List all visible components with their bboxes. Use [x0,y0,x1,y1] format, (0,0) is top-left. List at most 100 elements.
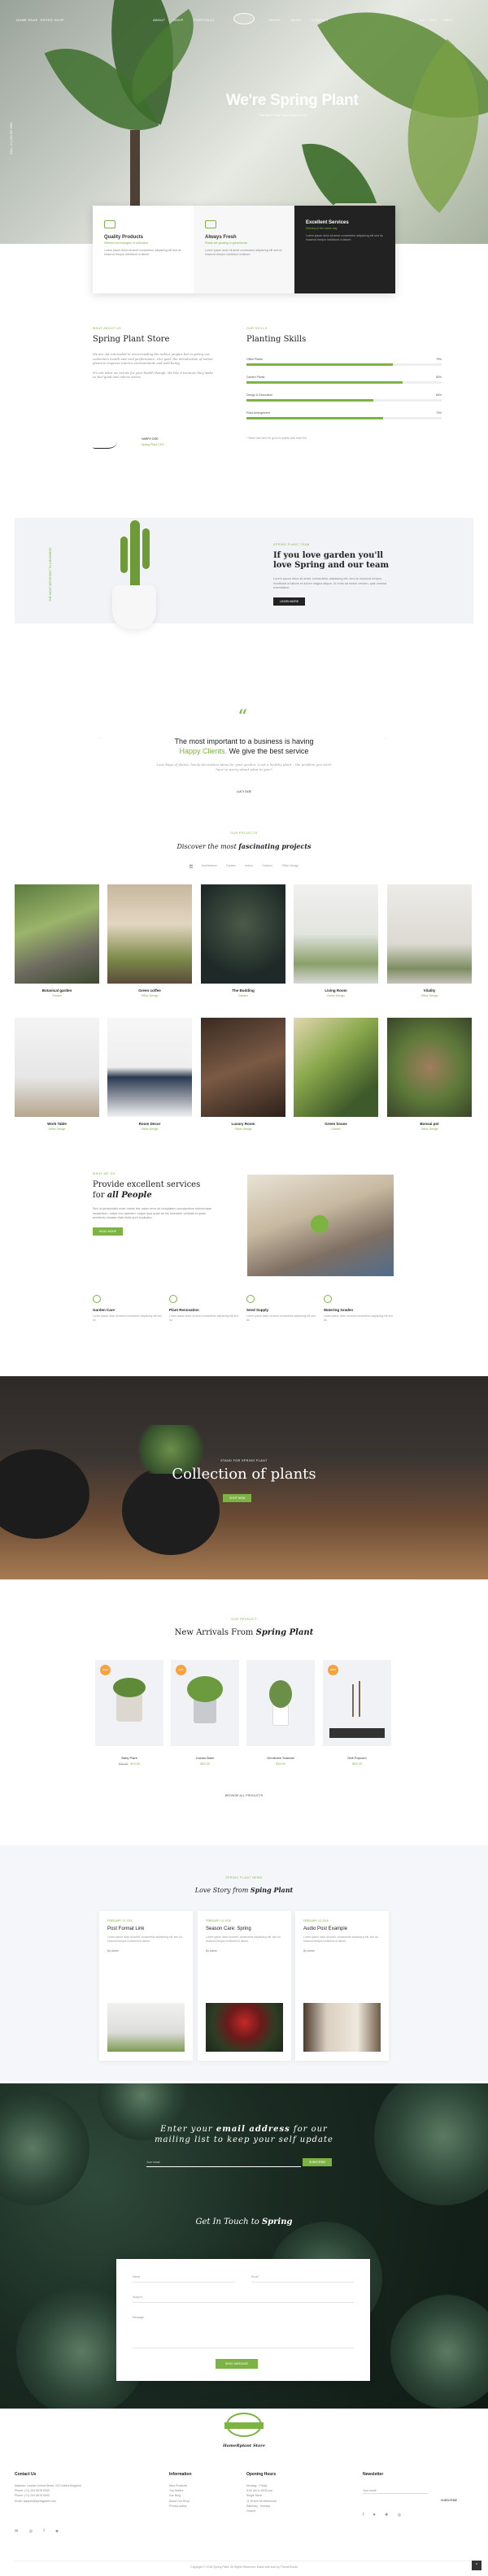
nav-pages[interactable]: PAGES [268,18,281,22]
subject-field[interactable]: Subject [133,2296,354,2303]
post-title[interactable]: Audio Post Example [303,1927,381,1931]
product-card[interactable]: NEW Drift Popcorn $25.00 [323,1660,391,1766]
project-item[interactable]: Bonsai pot Office Design [387,1018,472,1131]
play-icon[interactable] [311,1215,329,1233]
message-field[interactable]: Message [133,2316,354,2348]
nav-lang[interactable]: EN [420,18,425,22]
project-item[interactable]: Work Table Office Design [15,1018,99,1131]
project-item[interactable]: Green house Garden [294,1018,378,1131]
newsletter-email-input[interactable]: Your email [146,2158,301,2167]
skill-bar: Office Plants 75% [246,358,442,366]
blog-post-card[interactable]: FEBRUARY 13, 2018 Post Format Link Lorem… [99,1911,193,2061]
shop-now-button[interactable]: SHOP NOW [223,1494,252,1502]
product-card[interactable]: SALE Baby Plant $24.00 $19.00 [95,1660,163,1766]
about-para: It's not what we can do for your health … [93,370,214,380]
nav-currency[interactable]: USD [429,18,437,22]
nav-portfolio[interactable]: PORTFOLIO [194,18,215,22]
hero-side-info: CALL: (+1) 234 567 8900 [10,122,13,154]
project-item[interactable]: Vitality Office Design [387,884,472,997]
tab-all[interactable]: All [189,864,193,868]
footer-information: Information New Products Top Sellers Our… [169,2472,242,2509]
nav-home[interactable]: HOME PAGE [16,18,38,22]
product-card[interactable]: Dendrobe Scandal $18.00 [246,1660,315,1766]
read-more-button[interactable]: READ MORE [93,1227,124,1236]
skill-pct: 75% [435,358,442,361]
skill-fill [246,381,403,384]
services-video[interactable] [247,1175,394,1276]
feature-text: Lorem ipsum dolor sit amet consectetur a… [104,249,181,256]
learn-more-button[interactable]: LEARN MORE [273,597,306,606]
back-to-top-icon[interactable]: ^ [472,2561,481,2570]
project-item[interactable]: Living Room Home Design [294,884,378,997]
team-promo [15,518,473,623]
skill-bar: Plant Arrangement 70% [246,411,442,419]
footer-logo[interactable] [224,2413,264,2437]
blog-title: Love Story from Sping Plant [194,1886,294,1894]
post-title[interactable]: Season Care: Spring [206,1927,283,1931]
skills-header: OUR SKILLS Planting Skills [246,327,306,344]
nav-shop[interactable]: ENTER SHOP [41,18,64,22]
feature-sub: Delivery in the same day [306,227,338,230]
browse-all-products-link[interactable]: BROWSE ALL PRODUCTS [0,1794,488,1797]
project-filter-tabs: All Architecture Garden Indoor Outdoor O… [0,863,488,868]
hero-subtitle: The Best Plant Store in the World [259,113,307,117]
about-para: We are not interested in overcrowding th… [93,352,214,365]
email-field[interactable]: Email [251,2275,354,2283]
post-title[interactable]: Post Format Link [107,1927,185,1931]
nav-shop-menu[interactable]: SHOP [173,18,184,22]
site-logo[interactable] [233,13,255,24]
newsletter-subscribe-button[interactable]: SUBSCRIBE [303,2158,333,2166]
service-item: Seed Supply Lorem ipsum dolor sit amet co… [246,1295,320,1323]
name-field[interactable]: Name [133,2275,235,2283]
product-card[interactable]: HOT Cactus Balm $32.00 [171,1660,239,1766]
nav-blog[interactable]: BLOG [291,18,301,22]
service-item: Plant Renovation Lorem ipsum dolor sit am… [169,1295,242,1323]
feature-title: Quality Products [104,235,144,240]
feature-card: Excellent Services Delivery in the same … [294,206,395,293]
collection-title: Collection of plants [172,1466,316,1483]
skill-fill [246,399,373,402]
skill-fill [246,417,383,419]
tab-outdoor[interactable]: Outdoor [262,864,272,867]
nav-contact[interactable]: CONTACT [312,18,329,22]
nav-cart[interactable]: CART [443,18,453,22]
box-icon [104,220,115,228]
social-icons[interactable]: ✉ ◎ f ◈ [15,2529,63,2534]
blog-post-card[interactable]: FEBRUARY 13, 2018 Season Care: Spring Lo… [198,1911,291,2061]
blog-post-card[interactable]: FEBRUARY 13, 2018 Audio Post Example Lor… [295,1911,389,2061]
nav-about[interactable]: ABOUT [153,18,165,22]
about-kicker: WHAT ABOUT US [93,327,122,330]
garden-care-icon [93,1295,101,1303]
quote-icon: “ [237,706,248,728]
promo-side-text: THE MOST IMPORTANT TO A BUSINESS [49,547,52,602]
send-message-button[interactable]: SEND MESSAGE [216,2359,259,2369]
tab-indoor[interactable]: Indoor [245,864,253,867]
blog-kicker: SPRING PLANT NEWS [225,1876,263,1879]
pot-image [112,585,156,629]
product-name[interactable]: Cactus Balm [171,1756,239,1760]
services-section: WHAT WE DO Provide excellent services for… [93,1172,215,1236]
collection-kicker: STAND FOR SPRING PLANT [220,1459,268,1462]
product-name[interactable]: Dendrobe Scandal [246,1756,315,1760]
footer-social-icons[interactable]: f ♥ ✚ ◎ [363,2513,405,2517]
project-item[interactable]: Room Decor Office Design [107,1018,192,1131]
tab-architecture[interactable]: Architecture [202,864,217,867]
product-name[interactable]: Drift Popcorn [323,1756,391,1760]
feature-card: Always Fresh Plants are growing in green… [194,206,294,293]
skills-note: * Work hard and be good to plants and ha… [246,437,308,440]
skill-pct: 65% [435,393,442,397]
project-item[interactable]: Green coffee Office Design [107,884,192,997]
footer-email-input[interactable]: Your email [363,2488,428,2495]
seed-icon [246,1295,255,1303]
product-name[interactable]: Baby Plant [95,1756,163,1760]
renovation-icon [169,1295,177,1303]
footer-subscribe-button[interactable]: SUBSCRIBE [441,2499,457,2502]
services-kicker: WHAT WE DO [93,1172,115,1175]
project-item[interactable]: The Budding Garden [201,884,285,997]
project-item[interactable]: Botanical garden Garden [15,884,99,997]
tab-office-design[interactable]: Office Design [281,864,298,867]
footer-link[interactable]: Privacy policy [169,2504,242,2509]
project-item[interactable]: Luxury Room Office Design [201,1018,285,1131]
tab-garden[interactable]: Garden [226,864,236,867]
arrivals-kicker: OUR PRODUCT [231,1618,257,1621]
